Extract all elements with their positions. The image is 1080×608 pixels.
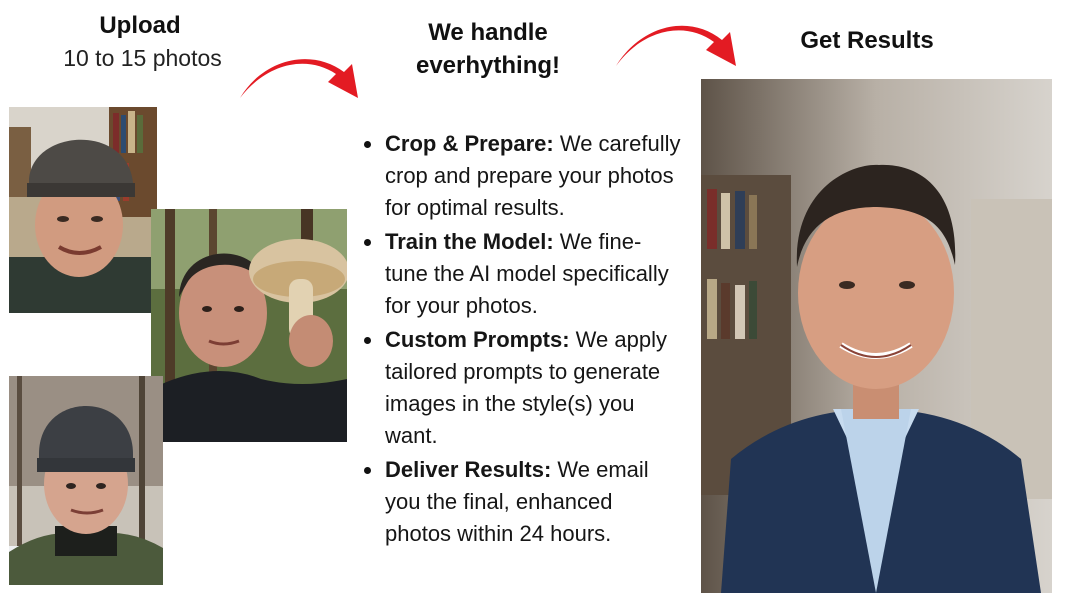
handle-title-line1: We handle — [428, 19, 548, 46]
upload-title: Upload — [99, 12, 181, 39]
list-item: Deliver Results: We email you the final,… — [363, 454, 683, 550]
upload-subtitle: 10 to 15 photos — [63, 45, 222, 71]
handle-title: We handle everhything! — [393, 16, 583, 82]
step-title: Deliver Results: — [385, 457, 552, 482]
step-title: Custom Prompts: — [385, 327, 570, 352]
bullet-icon — [364, 141, 371, 148]
input-photo-beanie-snow — [9, 376, 163, 585]
steps-list: Crop & Prepare: We carefully crop and pr… — [363, 128, 683, 552]
step-title: Train the Model: — [385, 229, 554, 254]
curved-arrow-right-icon — [240, 59, 358, 98]
bullet-icon — [364, 337, 371, 344]
results-title: Get Results — [800, 27, 934, 54]
result-headshot-photo — [701, 79, 1052, 593]
list-item: Crop & Prepare: We carefully crop and pr… — [363, 128, 683, 224]
bullet-icon — [364, 239, 371, 246]
bullet-icon — [364, 467, 371, 474]
input-photo-mushroom-forest — [151, 209, 347, 442]
list-item: Train the Model: We fine-tune the AI mod… — [363, 226, 683, 322]
input-photo-beanie-bookshelf — [9, 107, 157, 313]
list-item: Custom Prompts: We apply tailored prompt… — [363, 324, 683, 452]
step-title: Crop & Prepare: — [385, 131, 554, 156]
curved-arrow-right-icon — [616, 25, 736, 66]
handle-title-line2: everhything! — [415, 52, 561, 79]
